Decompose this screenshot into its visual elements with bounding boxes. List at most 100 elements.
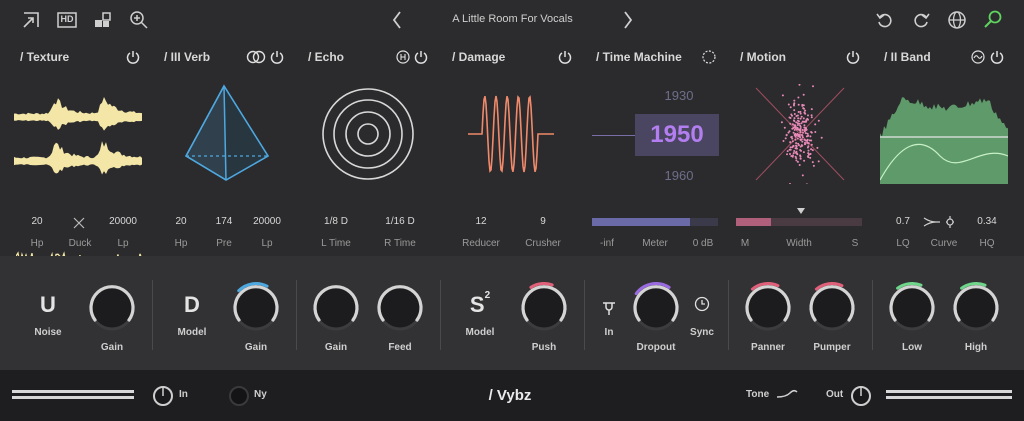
motion-dot — [801, 174, 804, 177]
echo-gain-knob[interactable] — [310, 282, 362, 334]
feed-knob[interactable] — [374, 282, 426, 334]
motion-dot — [796, 122, 799, 125]
push-knob[interactable] — [518, 282, 570, 334]
hold-icon[interactable] — [396, 50, 410, 64]
dial-icon[interactable] — [701, 49, 717, 65]
input-plug-icon[interactable] — [600, 298, 618, 316]
echo-rtime-value[interactable]: 1/16 D — [370, 216, 430, 227]
time-line — [592, 135, 636, 136]
input-knob[interactable] — [152, 385, 174, 407]
echo-rtime-label: R Time — [384, 238, 416, 249]
input-label: In — [179, 389, 188, 400]
motion-dot — [817, 160, 820, 163]
verb-gain-knob[interactable] — [230, 282, 282, 334]
verb-model-letter[interactable]: D — [177, 292, 207, 318]
texture-lp-value[interactable]: 20000 — [98, 216, 148, 227]
module-damage: / Damage 12 9 Reducer Crusher — [446, 44, 586, 254]
width-marker-icon — [797, 208, 805, 214]
motion-dot — [800, 122, 803, 125]
pumper-label: Pumper — [813, 342, 851, 353]
ny-knob[interactable] — [228, 385, 250, 407]
motion-dot — [793, 150, 796, 152]
motion-dot — [801, 129, 804, 131]
sync-clock-icon[interactable] — [694, 296, 710, 312]
motion-dot — [803, 159, 806, 162]
randomize-icon[interactable] — [92, 9, 114, 31]
motion-dot — [797, 96, 800, 99]
motion-dot — [797, 135, 800, 138]
globe-icon[interactable] — [946, 9, 968, 31]
low-knob[interactable] — [886, 282, 938, 334]
curve-shape-icon[interactable] — [922, 215, 964, 229]
curve-mode-icon[interactable] — [971, 50, 985, 64]
band-hq-value[interactable]: 0.34 — [962, 216, 1012, 227]
motion-dot — [793, 102, 796, 105]
motion-dot — [799, 112, 802, 115]
resize-icon[interactable] — [20, 9, 42, 31]
power-icon[interactable] — [845, 49, 861, 65]
motion-dot — [801, 140, 804, 143]
motion-dot — [812, 164, 815, 167]
current-year[interactable]: 1950 — [635, 114, 719, 156]
damage-model-letter[interactable]: S2 — [465, 290, 495, 318]
motion-dot — [789, 117, 792, 119]
motion-dot — [817, 119, 820, 122]
panner-knob[interactable] — [742, 282, 794, 334]
motion-dot — [791, 140, 794, 143]
tone-curve-icon[interactable] — [776, 388, 798, 400]
damage-reducer-value[interactable]: 12 — [456, 216, 506, 227]
undo-icon[interactable] — [874, 9, 896, 31]
module-title: / Time Machine — [596, 50, 682, 64]
texture-lp-label: Lp — [117, 238, 129, 249]
texture-hp-value[interactable]: 20 — [12, 216, 62, 227]
motion-dot — [782, 140, 785, 142]
preset-name[interactable]: A Little Room For Vocals — [405, 13, 620, 25]
motion-dot — [799, 157, 802, 160]
motion-dot — [793, 99, 796, 102]
motion-dot — [798, 164, 801, 166]
band-spectrum — [880, 97, 1008, 184]
motion-dot — [806, 141, 809, 144]
power-icon[interactable] — [125, 49, 141, 65]
power-icon[interactable] — [269, 49, 285, 65]
pumper-knob[interactable] — [806, 282, 858, 334]
search-icon[interactable] — [982, 9, 1004, 31]
damage-crusher-value[interactable]: 9 — [518, 216, 568, 227]
top-toolbar: HD A Little Room For Vocals — [0, 0, 1024, 40]
high-label: High — [964, 342, 988, 353]
band-lq-value[interactable]: 0.7 — [878, 216, 928, 227]
power-icon[interactable] — [557, 49, 573, 65]
gain-knob[interactable] — [86, 282, 138, 334]
power-icon[interactable] — [413, 49, 429, 65]
width-track[interactable] — [736, 218, 862, 226]
echo-ltime-value[interactable]: 1/8 D — [306, 216, 366, 227]
motion-dot — [795, 142, 798, 145]
motion-dot — [799, 124, 802, 127]
tone-label: Tone — [746, 389, 770, 400]
motion-dot — [802, 93, 805, 96]
group-divider — [152, 280, 153, 350]
link-icon[interactable] — [246, 49, 266, 65]
noise-type-letter[interactable]: U — [33, 292, 63, 318]
motion-dot — [814, 123, 817, 126]
previous-preset-button[interactable] — [389, 8, 405, 32]
motion-dot — [789, 122, 792, 125]
next-preset-button[interactable] — [620, 8, 636, 32]
motion-dot — [786, 150, 789, 153]
hd-icon[interactable]: HD — [56, 9, 78, 31]
redo-icon[interactable] — [910, 9, 932, 31]
power-icon[interactable] — [989, 49, 1005, 65]
motion-dot — [796, 153, 799, 156]
dropout-label: Dropout — [636, 342, 676, 353]
motion-dot — [804, 141, 806, 144]
motion-dot — [799, 149, 802, 151]
damage-crusher-label: Crusher — [525, 238, 561, 249]
duck-icon[interactable] — [72, 216, 86, 230]
verb-lp-value[interactable]: 20000 — [242, 216, 292, 227]
high-knob[interactable] — [950, 282, 1002, 334]
motion-dot — [795, 150, 798, 153]
motion-dot — [807, 153, 810, 156]
motion-dot — [790, 113, 793, 116]
output-knob[interactable] — [850, 385, 872, 407]
zoom-icon[interactable] — [128, 9, 150, 31]
